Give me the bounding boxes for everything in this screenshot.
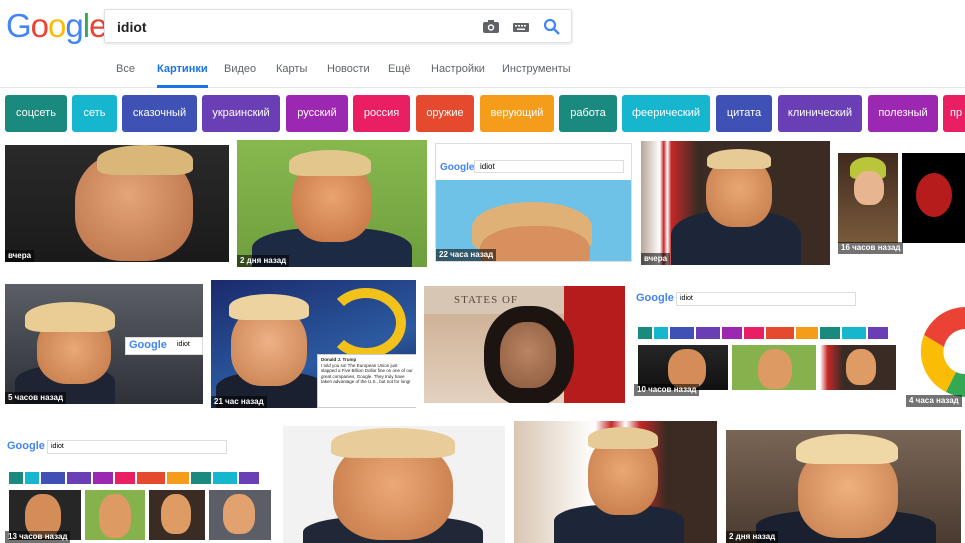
tab-video[interactable]: Видео bbox=[224, 62, 256, 88]
logo-letter: g bbox=[65, 7, 83, 44]
face bbox=[846, 349, 876, 385]
image-time-label: 5 часов назад bbox=[5, 392, 67, 404]
google-logo[interactable]: Google bbox=[6, 7, 107, 45]
chip[interactable]: оружие bbox=[416, 95, 474, 132]
image-time-label: 13 часов назад bbox=[5, 531, 71, 543]
embedded-google-logo: Google bbox=[440, 162, 475, 173]
sign-text: STATES OF bbox=[454, 294, 519, 306]
embedded-search-box bbox=[47, 440, 227, 454]
header: Google idiot Все Картинки Видео Карты Но… bbox=[0, 0, 965, 88]
chrome-logo bbox=[920, 307, 965, 397]
chip[interactable]: русский bbox=[286, 95, 348, 132]
chip[interactable]: цитата bbox=[716, 95, 772, 132]
image-result[interactable]: вчера bbox=[5, 145, 229, 262]
image-result[interactable]: 2 дня назад bbox=[237, 140, 427, 267]
image-result[interactable]: 16 часов назад bbox=[838, 153, 965, 254]
chip[interactable]: полезный bbox=[868, 95, 938, 132]
image-result[interactable]: вчера bbox=[641, 141, 830, 265]
tab-settings[interactable]: Настройки bbox=[431, 62, 485, 88]
camera-icon[interactable] bbox=[481, 17, 501, 37]
face bbox=[223, 494, 255, 534]
face bbox=[668, 349, 706, 389]
tab-maps[interactable]: Карты bbox=[276, 62, 307, 88]
chip[interactable]: россия bbox=[353, 95, 410, 132]
related-chips: соцсеть сеть сказочный украинский русски… bbox=[0, 95, 965, 132]
image-result[interactable] bbox=[283, 426, 505, 543]
logo-letter: o bbox=[48, 7, 66, 44]
hair bbox=[229, 294, 309, 320]
image-time-label: вчера bbox=[641, 253, 671, 265]
hair bbox=[707, 149, 771, 169]
tab-news[interactable]: Новости bbox=[327, 62, 370, 88]
image-time-label: 2 дня назад bbox=[726, 531, 779, 543]
embedded-query: idiot bbox=[680, 295, 693, 302]
image-time-label: 16 часов назад bbox=[838, 242, 904, 254]
chip[interactable]: соцсеть bbox=[5, 95, 67, 132]
face bbox=[161, 494, 191, 534]
image-result[interactable]: 2 дня назад bbox=[726, 430, 961, 543]
image-result[interactable]: Donald J. Trump I told you so! The Europ… bbox=[211, 280, 416, 408]
face bbox=[854, 171, 884, 205]
image-result[interactable]: Google idiot 13 часов назад bbox=[5, 436, 273, 543]
image-result[interactable]: STATES OF bbox=[424, 286, 625, 403]
search-query[interactable]: idiot bbox=[117, 19, 147, 35]
search-tabs: Все Картинки Видео Карты Новости Ещё Нас… bbox=[0, 62, 965, 88]
embedded-query: idiot bbox=[177, 341, 190, 348]
chip[interactable]: работа bbox=[559, 95, 617, 132]
chip[interactable]: сеть bbox=[72, 95, 117, 132]
embedded-google-logo: Google bbox=[636, 292, 674, 304]
chip[interactable]: феерический bbox=[622, 95, 710, 132]
chip[interactable]: сказочный bbox=[122, 95, 197, 132]
image-result[interactable] bbox=[514, 421, 717, 543]
tweet-card: Donald J. Trump I told you so! The Europ… bbox=[317, 354, 416, 408]
image-time-label: 10 часов назад bbox=[634, 384, 700, 396]
image-time-label: 4 часа назад bbox=[906, 395, 962, 407]
embedded-query: idiot bbox=[480, 162, 495, 171]
image-result[interactable]: Google idiot 10 часов назад bbox=[634, 289, 898, 396]
euro-sign bbox=[326, 288, 406, 358]
image-result[interactable]: Google idiot 5 часов назад bbox=[5, 284, 203, 404]
embedded-chips bbox=[9, 472, 259, 484]
embedded-chips bbox=[638, 327, 888, 339]
hair bbox=[289, 150, 371, 176]
hair bbox=[796, 434, 898, 464]
embedded-query: idiot bbox=[51, 443, 64, 450]
image-time-label: вчера bbox=[5, 250, 35, 262]
face bbox=[758, 349, 792, 389]
face bbox=[480, 226, 590, 261]
face bbox=[500, 322, 556, 388]
chip[interactable]: верующий bbox=[480, 95, 554, 132]
logo-letter: G bbox=[6, 7, 32, 44]
image-time-label: 21 час назад bbox=[211, 396, 267, 408]
tab-images[interactable]: Картинки bbox=[157, 62, 208, 88]
hair bbox=[97, 145, 193, 175]
image-result[interactable]: Google idiot 22 часа назад bbox=[435, 143, 632, 262]
image-result[interactable]: 4 часа назад bbox=[906, 292, 965, 407]
search-input[interactable]: idiot bbox=[104, 9, 572, 43]
chip[interactable]: клинический bbox=[778, 95, 862, 132]
keyboard-icon[interactable] bbox=[511, 17, 531, 37]
grenade-heart bbox=[916, 173, 952, 217]
tab-more[interactable]: Ещё bbox=[388, 62, 411, 88]
image-time-label: 2 дня назад bbox=[237, 255, 290, 267]
hair bbox=[588, 427, 658, 449]
embedded-google-logo: Google bbox=[129, 339, 167, 351]
embedded-search-box bbox=[474, 160, 624, 173]
tweet-text: I told you so! The European Union just s… bbox=[321, 362, 413, 385]
hair bbox=[331, 428, 455, 458]
embedded-search-box bbox=[676, 292, 856, 306]
chip[interactable]: украинский bbox=[202, 95, 280, 132]
tab-tools[interactable]: Инструменты bbox=[502, 62, 571, 88]
chip[interactable]: пр bbox=[943, 95, 965, 132]
hair bbox=[25, 302, 115, 332]
embedded-google-logo: Google bbox=[7, 440, 45, 452]
tab-all[interactable]: Все bbox=[116, 62, 135, 88]
search-icon[interactable] bbox=[542, 17, 562, 37]
face bbox=[99, 494, 131, 538]
logo-letter: o bbox=[30, 7, 49, 44]
image-time-label: 22 часа назад bbox=[436, 249, 497, 261]
